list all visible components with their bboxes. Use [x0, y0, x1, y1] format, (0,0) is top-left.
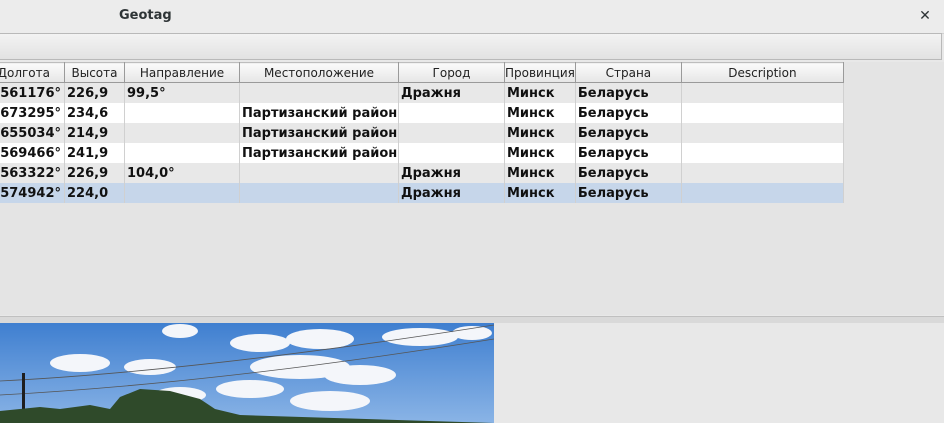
title-bar: Geotag ✕ — [0, 0, 944, 34]
photo-preview — [0, 323, 494, 423]
cell-country[interactable]: Беларусь — [575, 183, 682, 203]
cell-direction[interactable] — [124, 183, 240, 203]
cell-longitude[interactable]: 27.574942° — [0, 183, 65, 203]
cell-location[interactable]: Партизанский район — [239, 143, 399, 163]
cell-direction[interactable] — [124, 123, 240, 143]
column-header-province[interactable]: Провинция — [504, 62, 576, 83]
geotag-table: Долгота Высота Направление Местоположени… — [0, 62, 844, 203]
cell-location[interactable] — [239, 163, 399, 183]
cell-description[interactable] — [681, 183, 844, 203]
cell-longitude[interactable]: 27.561176° — [0, 82, 65, 103]
column-header-description[interactable]: Description — [680, 62, 844, 83]
photo-image — [0, 323, 494, 423]
cell-province[interactable]: Минск — [504, 143, 576, 163]
cell-city[interactable] — [398, 103, 505, 123]
cell-altitude[interactable]: 226,9 — [64, 82, 125, 103]
cell-longitude[interactable]: 27.569466° — [0, 143, 65, 163]
cell-description[interactable] — [681, 163, 844, 183]
cell-location[interactable]: Партизанский район — [239, 103, 399, 123]
cell-description[interactable] — [681, 143, 844, 163]
cell-altitude[interactable]: 214,9 — [64, 123, 125, 143]
preview-side-panel — [494, 323, 944, 423]
table-row[interactable]: 27.574942°224,0 ДражняМинскБеларусь — [0, 183, 844, 203]
cell-longitude[interactable]: 27.673295° — [0, 103, 65, 123]
table-row[interactable]: 27.563322°226,9104,0° ДражняМинскБеларусь — [0, 163, 844, 183]
table-row[interactable]: 27.673295°234,6 Партизанский район МинскБе… — [0, 103, 844, 123]
column-header-altitude[interactable]: Высота — [64, 62, 125, 83]
cell-province[interactable]: Минск — [504, 183, 576, 203]
cell-location[interactable] — [239, 183, 399, 203]
table-header-row: Долгота Высота Направление Местоположени… — [0, 62, 844, 83]
cell-direction[interactable] — [124, 103, 240, 123]
cell-altitude[interactable]: 224,0 — [64, 183, 125, 203]
cell-country[interactable]: Беларусь — [575, 143, 682, 163]
cell-location[interactable]: Партизанский район — [239, 123, 399, 143]
table-row[interactable]: 27.655034°214,9 Партизанский район МинскБе… — [0, 123, 844, 143]
column-header-direction[interactable]: Направление — [124, 62, 240, 83]
cell-description[interactable] — [681, 103, 844, 123]
cell-country[interactable]: Беларусь — [575, 123, 682, 143]
cell-country[interactable]: Беларусь — [575, 103, 682, 123]
column-header-country[interactable]: Страна — [574, 62, 682, 83]
cell-province[interactable]: Минск — [504, 123, 576, 143]
cell-city[interactable]: Дражня — [398, 82, 505, 103]
cell-country[interactable]: Беларусь — [575, 82, 682, 103]
close-icon[interactable]: ✕ — [916, 6, 934, 26]
cell-description[interactable] — [681, 82, 844, 103]
table-row[interactable]: 27.569466°241,9 Партизанский район МинскБе… — [0, 143, 844, 163]
cell-country[interactable]: Беларусь — [575, 163, 682, 183]
geotag-table-panel: Долгота Высота Направление Местоположени… — [0, 62, 944, 315]
cell-longitude[interactable]: 27.655034° — [0, 123, 65, 143]
cell-province[interactable]: Минск — [504, 82, 576, 103]
cell-direction[interactable]: 99,5° — [124, 82, 240, 103]
cell-location[interactable] — [239, 82, 399, 103]
cell-city[interactable] — [398, 123, 505, 143]
column-header-city[interactable]: Город — [398, 62, 505, 83]
cell-description[interactable] — [681, 123, 844, 143]
table-row[interactable]: 27.561176°226,999,5° ДражняМинскБеларусь — [0, 82, 844, 103]
window-title: Geotag — [119, 8, 172, 23]
column-header-location[interactable]: Местоположение — [239, 62, 399, 83]
cell-direction[interactable] — [124, 143, 240, 163]
cell-direction[interactable]: 104,0° — [124, 163, 240, 183]
cell-province[interactable]: Минск — [504, 103, 576, 123]
cell-altitude[interactable]: 226,9 — [64, 163, 125, 183]
cell-longitude[interactable]: 27.563322° — [0, 163, 65, 183]
toolbar — [0, 33, 942, 60]
cell-city[interactable] — [398, 143, 505, 163]
cell-city[interactable]: Дражня — [398, 183, 505, 203]
cell-province[interactable]: Минск — [504, 163, 576, 183]
cell-altitude[interactable]: 234,6 — [64, 103, 125, 123]
column-header-longitude[interactable]: Долгота — [0, 62, 65, 83]
cell-city[interactable]: Дражня — [398, 163, 505, 183]
cell-altitude[interactable]: 241,9 — [64, 143, 125, 163]
